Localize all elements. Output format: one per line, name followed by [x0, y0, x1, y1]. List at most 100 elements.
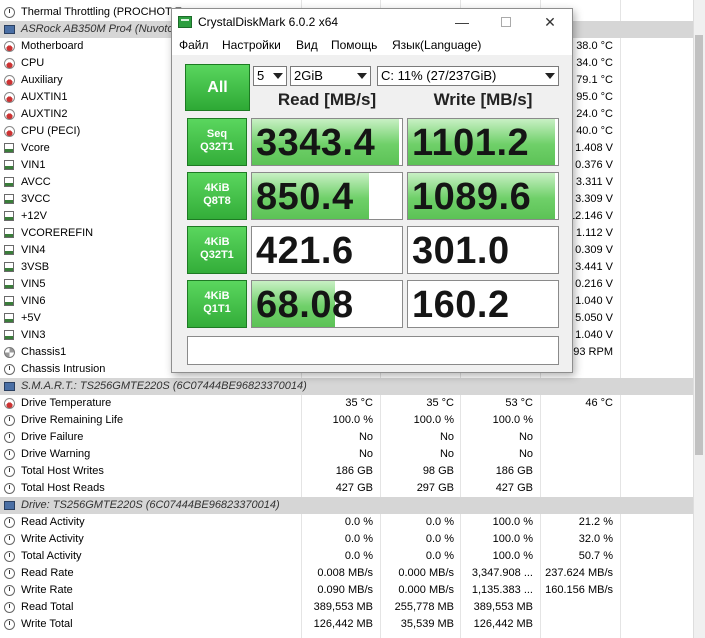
- sensor-label: Vcore: [21, 142, 50, 154]
- maximize-button[interactable]: [484, 9, 528, 35]
- sensor-value: 35 °C: [426, 397, 454, 409]
- sensor-value: 100.0 %: [332, 414, 373, 426]
- drive-value: C: 11% (27/237GiB): [381, 68, 497, 83]
- title-bar[interactable]: CrystalDiskMark 6.0.2 x64 — ✕: [172, 9, 572, 35]
- sensor-row[interactable]: Drive Remaining Life 100.0 % 100.0 % 100.0 …: [0, 412, 693, 429]
- voltage-icon: [4, 262, 14, 272]
- clock-icon: [4, 364, 15, 375]
- chevron-down-icon: [357, 73, 367, 79]
- sensor-value: 32.0 %: [578, 533, 613, 545]
- sensor-value: 46 °C: [585, 397, 613, 409]
- sensor-value: No: [439, 448, 454, 460]
- sensor-value: 0.0 %: [425, 550, 454, 562]
- menu-settings[interactable]: Настройки: [222, 38, 281, 52]
- sensor-label: VIN4: [21, 244, 46, 256]
- clock-icon: [4, 415, 15, 426]
- sensor-value: 389,553 MB: [313, 601, 373, 613]
- sensor-row[interactable]: Drive Warning No No No: [0, 446, 693, 463]
- menu-language[interactable]: Язык(Language): [392, 38, 481, 52]
- all-button[interactable]: All: [185, 64, 250, 111]
- sensor-value: 100.0 %: [492, 516, 533, 528]
- sensor-row[interactable]: Read Rate 0.008 MB/s 0.000 MB/s 3,347.908 .…: [0, 565, 693, 582]
- test-size-value: 2GiB: [294, 68, 323, 83]
- sensor-row[interactable]: Drive Temperature 35 °C 35 °C 53 °C 46 °C: [0, 395, 693, 412]
- sensor-row[interactable]: Write Total 126,442 MB 35,539 MB 126,442 MB: [0, 616, 693, 633]
- sensor-value: 0.0 %: [425, 516, 454, 528]
- sensor-value: 297 GB: [416, 482, 454, 494]
- test-size-select[interactable]: 2GiB: [290, 66, 371, 86]
- test-count-select[interactable]: 5: [253, 66, 287, 86]
- sensor-label: VIN3: [21, 329, 46, 341]
- sensor-row[interactable]: Write Rate 0.090 MB/s 0.000 MB/s 1,135.383 …: [0, 582, 693, 599]
- sensor-row[interactable]: Read Activity 0.0 % 0.0 % 100.0 % 21.2 %: [0, 514, 693, 531]
- sensor-group-row[interactable]: S.M.A.R.T.: TS256GMTE220S (6C07444BE9682…: [0, 378, 693, 395]
- sensor-label: AUXTIN1: [21, 91, 68, 103]
- voltage-icon: [4, 160, 14, 170]
- sensor-label: Motherboard: [21, 40, 84, 52]
- comment-input[interactable]: [187, 336, 559, 365]
- read-result-value: 421.6: [256, 230, 354, 272]
- sensor-value: 98 GB: [422, 465, 454, 477]
- test-button-4[interactable]: 4KiB Q1T1: [187, 280, 247, 328]
- sensor-row[interactable]: Read Total 389,553 MB 255,778 MB 389,553 MB: [0, 599, 693, 616]
- menu-help[interactable]: Помощь: [331, 38, 377, 52]
- write-result-value: 160.2: [412, 284, 510, 326]
- maximize-icon: [501, 17, 511, 27]
- sensor-group-row[interactable]: Drive: TS256GMTE220S (6C07444BE968233700…: [0, 497, 693, 514]
- sensor-label: Thermal Throttling (PROCHOT E: [21, 6, 182, 18]
- sensor-label: Total Host Reads: [21, 482, 105, 494]
- sensor-value: 0.000 MB/s: [398, 584, 454, 596]
- chevron-down-icon: [545, 73, 555, 79]
- read-result-value: 3343.4: [256, 122, 376, 164]
- write-result-cell: 1101.2: [407, 118, 559, 166]
- test-button-2[interactable]: 4KiB Q8T8: [187, 172, 247, 220]
- sensor-label: Auxiliary: [21, 74, 63, 86]
- sensor-value: 100.0 %: [492, 414, 533, 426]
- test-button-line1: Seq: [206, 128, 228, 140]
- sensor-row[interactable]: Total Host Writes 186 GB 98 GB 186 GB: [0, 463, 693, 480]
- sensor-row[interactable]: Total Host Reads 427 GB 297 GB 427 GB: [0, 480, 693, 497]
- minimize-button[interactable]: —: [440, 9, 484, 35]
- test-button-line2: Q1T1: [203, 303, 231, 315]
- sensor-label: Drive Remaining Life: [21, 414, 124, 426]
- sensor-row[interactable]: Write Activity 0.0 % 0.0 % 100.0 % 32.0 %: [0, 531, 693, 548]
- sensor-label: 3VSB: [21, 261, 50, 273]
- scrollbar-thumb[interactable]: [695, 35, 703, 455]
- crystaldiskmark-window[interactable]: CrystalDiskMark 6.0.2 x64 — ✕ Файл Настр…: [171, 8, 573, 373]
- close-button[interactable]: ✕: [528, 9, 572, 35]
- sensor-value: 186 GB: [495, 465, 533, 477]
- sensor-label: VIN6: [21, 295, 46, 307]
- sensor-value: 21.2 %: [578, 516, 613, 528]
- chip-icon: [4, 25, 15, 34]
- test-button-1[interactable]: Seq Q32T1: [187, 118, 247, 166]
- clock-icon: [4, 585, 15, 596]
- clock-icon: [4, 449, 15, 460]
- sensor-value: 126,442 MB: [473, 618, 533, 630]
- sensor-value: 427 GB: [335, 482, 373, 494]
- test-button-line2: Q32T1: [200, 249, 234, 261]
- sensor-label: VIN5: [21, 278, 46, 290]
- read-result-cell: 3343.4: [251, 118, 403, 166]
- sensor-value: 100.0 %: [492, 533, 533, 545]
- menu-view[interactable]: Вид: [296, 38, 318, 52]
- sensor-value: 100.0 %: [492, 550, 533, 562]
- voltage-icon: [4, 330, 14, 340]
- write-header: Write [MB/s]: [433, 90, 533, 109]
- clock-icon: [4, 619, 15, 630]
- sensor-row[interactable]: Total Activity 0.0 % 0.0 % 100.0 % 50.7 %: [0, 548, 693, 565]
- voltage-icon: [4, 245, 14, 255]
- voltage-icon: [4, 296, 14, 306]
- sensor-value: 255,778 MB: [394, 601, 454, 613]
- clock-icon: [4, 551, 15, 562]
- drive-select[interactable]: C: 11% (27/237GiB): [377, 66, 559, 86]
- thermometer-icon: [4, 109, 15, 120]
- sensor-row[interactable]: Drive Failure No No No: [0, 429, 693, 446]
- read-result-cell: 850.4: [251, 172, 403, 220]
- sensor-value: No: [439, 431, 454, 443]
- menu-file[interactable]: Файл: [179, 38, 209, 52]
- write-result-value: 301.0: [412, 230, 510, 272]
- test-button-3[interactable]: 4KiB Q32T1: [187, 226, 247, 274]
- test-button-line1: 4KiB: [204, 290, 230, 302]
- sensor-value: 35,539 MB: [400, 618, 454, 630]
- sensor-value: 3,347.908 ...: [471, 567, 533, 579]
